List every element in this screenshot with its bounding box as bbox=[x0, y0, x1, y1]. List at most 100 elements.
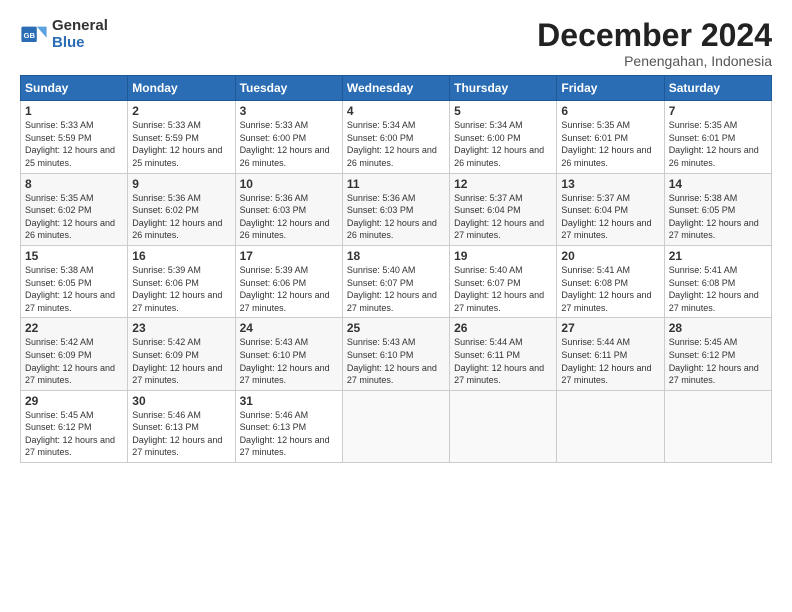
day-number: 1 bbox=[25, 104, 123, 118]
day-info: Sunrise: 5:45 AMSunset: 6:12 PMDaylight:… bbox=[25, 409, 123, 459]
day-number: 27 bbox=[561, 321, 659, 335]
day-info: Sunrise: 5:34 AMSunset: 6:00 PMDaylight:… bbox=[347, 119, 445, 169]
day-info: Sunrise: 5:34 AMSunset: 6:00 PMDaylight:… bbox=[454, 119, 552, 169]
calendar-cell-w4-d1: 23 Sunrise: 5:42 AMSunset: 6:09 PMDaylig… bbox=[128, 318, 235, 390]
day-info: Sunrise: 5:41 AMSunset: 6:08 PMDaylight:… bbox=[669, 264, 767, 314]
day-info: Sunrise: 5:39 AMSunset: 6:06 PMDaylight:… bbox=[240, 264, 338, 314]
calendar-cell-w4-d6: 28 Sunrise: 5:45 AMSunset: 6:12 PMDaylig… bbox=[664, 318, 771, 390]
day-info: Sunrise: 5:40 AMSunset: 6:07 PMDaylight:… bbox=[347, 264, 445, 314]
day-info: Sunrise: 5:44 AMSunset: 6:11 PMDaylight:… bbox=[561, 336, 659, 386]
calendar-cell-w3-d3: 18 Sunrise: 5:40 AMSunset: 6:07 PMDaylig… bbox=[342, 245, 449, 317]
col-tuesday: Tuesday bbox=[235, 76, 342, 101]
day-number: 15 bbox=[25, 249, 123, 263]
day-info: Sunrise: 5:33 AMSunset: 5:59 PMDaylight:… bbox=[25, 119, 123, 169]
location-subtitle: Penengahan, Indonesia bbox=[537, 53, 772, 69]
calendar-cell-w4-d4: 26 Sunrise: 5:44 AMSunset: 6:11 PMDaylig… bbox=[450, 318, 557, 390]
calendar-cell-w4-d5: 27 Sunrise: 5:44 AMSunset: 6:11 PMDaylig… bbox=[557, 318, 664, 390]
calendar-cell-w3-d4: 19 Sunrise: 5:40 AMSunset: 6:07 PMDaylig… bbox=[450, 245, 557, 317]
col-sunday: Sunday bbox=[21, 76, 128, 101]
title-block: December 2024 Penengahan, Indonesia bbox=[537, 18, 772, 69]
day-number: 4 bbox=[347, 104, 445, 118]
col-wednesday: Wednesday bbox=[342, 76, 449, 101]
calendar-week-4: 22 Sunrise: 5:42 AMSunset: 6:09 PMDaylig… bbox=[21, 318, 772, 390]
logo-general-label: General bbox=[52, 18, 108, 35]
logo-blue-label: Blue bbox=[52, 35, 108, 52]
day-number: 13 bbox=[561, 177, 659, 191]
day-info: Sunrise: 5:45 AMSunset: 6:12 PMDaylight:… bbox=[669, 336, 767, 386]
calendar-cell-w3-d6: 21 Sunrise: 5:41 AMSunset: 6:08 PMDaylig… bbox=[664, 245, 771, 317]
day-info: Sunrise: 5:46 AMSunset: 6:13 PMDaylight:… bbox=[132, 409, 230, 459]
calendar-week-2: 8 Sunrise: 5:35 AMSunset: 6:02 PMDayligh… bbox=[21, 173, 772, 245]
day-info: Sunrise: 5:37 AMSunset: 6:04 PMDaylight:… bbox=[561, 192, 659, 242]
day-number: 8 bbox=[25, 177, 123, 191]
calendar-cell-w2-d5: 13 Sunrise: 5:37 AMSunset: 6:04 PMDaylig… bbox=[557, 173, 664, 245]
calendar-cell-w2-d0: 8 Sunrise: 5:35 AMSunset: 6:02 PMDayligh… bbox=[21, 173, 128, 245]
day-info: Sunrise: 5:37 AMSunset: 6:04 PMDaylight:… bbox=[454, 192, 552, 242]
svg-text:GB: GB bbox=[24, 30, 36, 39]
calendar-cell-w5-d1: 30 Sunrise: 5:46 AMSunset: 6:13 PMDaylig… bbox=[128, 390, 235, 462]
day-number: 18 bbox=[347, 249, 445, 263]
day-number: 11 bbox=[347, 177, 445, 191]
day-info: Sunrise: 5:36 AMSunset: 6:03 PMDaylight:… bbox=[240, 192, 338, 242]
day-number: 2 bbox=[132, 104, 230, 118]
day-number: 31 bbox=[240, 394, 338, 408]
day-info: Sunrise: 5:42 AMSunset: 6:09 PMDaylight:… bbox=[132, 336, 230, 386]
day-info: Sunrise: 5:43 AMSunset: 6:10 PMDaylight:… bbox=[347, 336, 445, 386]
calendar-week-1: 1 Sunrise: 5:33 AMSunset: 5:59 PMDayligh… bbox=[21, 101, 772, 173]
day-number: 23 bbox=[132, 321, 230, 335]
day-number: 25 bbox=[347, 321, 445, 335]
day-number: 24 bbox=[240, 321, 338, 335]
logo: GB General Blue bbox=[20, 18, 108, 51]
calendar-cell-w5-d0: 29 Sunrise: 5:45 AMSunset: 6:12 PMDaylig… bbox=[21, 390, 128, 462]
calendar-week-3: 15 Sunrise: 5:38 AMSunset: 6:05 PMDaylig… bbox=[21, 245, 772, 317]
day-number: 20 bbox=[561, 249, 659, 263]
calendar-table: Sunday Monday Tuesday Wednesday Thursday… bbox=[20, 75, 772, 463]
day-info: Sunrise: 5:36 AMSunset: 6:03 PMDaylight:… bbox=[347, 192, 445, 242]
day-info: Sunrise: 5:35 AMSunset: 6:02 PMDaylight:… bbox=[25, 192, 123, 242]
calendar-cell-w1-d1: 2 Sunrise: 5:33 AMSunset: 5:59 PMDayligh… bbox=[128, 101, 235, 173]
day-number: 9 bbox=[132, 177, 230, 191]
day-number: 12 bbox=[454, 177, 552, 191]
day-number: 5 bbox=[454, 104, 552, 118]
day-number: 6 bbox=[561, 104, 659, 118]
page-container: GB General Blue December 2024 Penengahan… bbox=[0, 0, 792, 473]
day-number: 7 bbox=[669, 104, 767, 118]
logo-icon: GB bbox=[20, 21, 48, 49]
day-info: Sunrise: 5:38 AMSunset: 6:05 PMDaylight:… bbox=[669, 192, 767, 242]
day-number: 26 bbox=[454, 321, 552, 335]
calendar-cell-w1-d4: 5 Sunrise: 5:34 AMSunset: 6:00 PMDayligh… bbox=[450, 101, 557, 173]
calendar-cell-w1-d5: 6 Sunrise: 5:35 AMSunset: 6:01 PMDayligh… bbox=[557, 101, 664, 173]
calendar-cell-w5-d6 bbox=[664, 390, 771, 462]
day-number: 30 bbox=[132, 394, 230, 408]
day-number: 19 bbox=[454, 249, 552, 263]
day-number: 21 bbox=[669, 249, 767, 263]
day-number: 22 bbox=[25, 321, 123, 335]
day-number: 3 bbox=[240, 104, 338, 118]
calendar-cell-w1-d3: 4 Sunrise: 5:34 AMSunset: 6:00 PMDayligh… bbox=[342, 101, 449, 173]
calendar-cell-w4-d0: 22 Sunrise: 5:42 AMSunset: 6:09 PMDaylig… bbox=[21, 318, 128, 390]
day-number: 10 bbox=[240, 177, 338, 191]
calendar-cell-w5-d4 bbox=[450, 390, 557, 462]
calendar-cell-w2-d6: 14 Sunrise: 5:38 AMSunset: 6:05 PMDaylig… bbox=[664, 173, 771, 245]
day-info: Sunrise: 5:36 AMSunset: 6:02 PMDaylight:… bbox=[132, 192, 230, 242]
calendar-cell-w5-d2: 31 Sunrise: 5:46 AMSunset: 6:13 PMDaylig… bbox=[235, 390, 342, 462]
day-info: Sunrise: 5:35 AMSunset: 6:01 PMDaylight:… bbox=[561, 119, 659, 169]
calendar-cell-w5-d5 bbox=[557, 390, 664, 462]
day-info: Sunrise: 5:44 AMSunset: 6:11 PMDaylight:… bbox=[454, 336, 552, 386]
col-thursday: Thursday bbox=[450, 76, 557, 101]
calendar-cell-w3-d1: 16 Sunrise: 5:39 AMSunset: 6:06 PMDaylig… bbox=[128, 245, 235, 317]
logo-text: General Blue bbox=[52, 18, 108, 51]
day-info: Sunrise: 5:42 AMSunset: 6:09 PMDaylight:… bbox=[25, 336, 123, 386]
day-info: Sunrise: 5:41 AMSunset: 6:08 PMDaylight:… bbox=[561, 264, 659, 314]
day-info: Sunrise: 5:39 AMSunset: 6:06 PMDaylight:… bbox=[132, 264, 230, 314]
calendar-cell-w3-d0: 15 Sunrise: 5:38 AMSunset: 6:05 PMDaylig… bbox=[21, 245, 128, 317]
day-info: Sunrise: 5:46 AMSunset: 6:13 PMDaylight:… bbox=[240, 409, 338, 459]
calendar-cell-w1-d2: 3 Sunrise: 5:33 AMSunset: 6:00 PMDayligh… bbox=[235, 101, 342, 173]
day-info: Sunrise: 5:40 AMSunset: 6:07 PMDaylight:… bbox=[454, 264, 552, 314]
calendar-cell-w4-d2: 24 Sunrise: 5:43 AMSunset: 6:10 PMDaylig… bbox=[235, 318, 342, 390]
day-info: Sunrise: 5:43 AMSunset: 6:10 PMDaylight:… bbox=[240, 336, 338, 386]
calendar-cell-w1-d0: 1 Sunrise: 5:33 AMSunset: 5:59 PMDayligh… bbox=[21, 101, 128, 173]
col-saturday: Saturday bbox=[664, 76, 771, 101]
calendar-cell-w2-d2: 10 Sunrise: 5:36 AMSunset: 6:03 PMDaylig… bbox=[235, 173, 342, 245]
day-number: 29 bbox=[25, 394, 123, 408]
